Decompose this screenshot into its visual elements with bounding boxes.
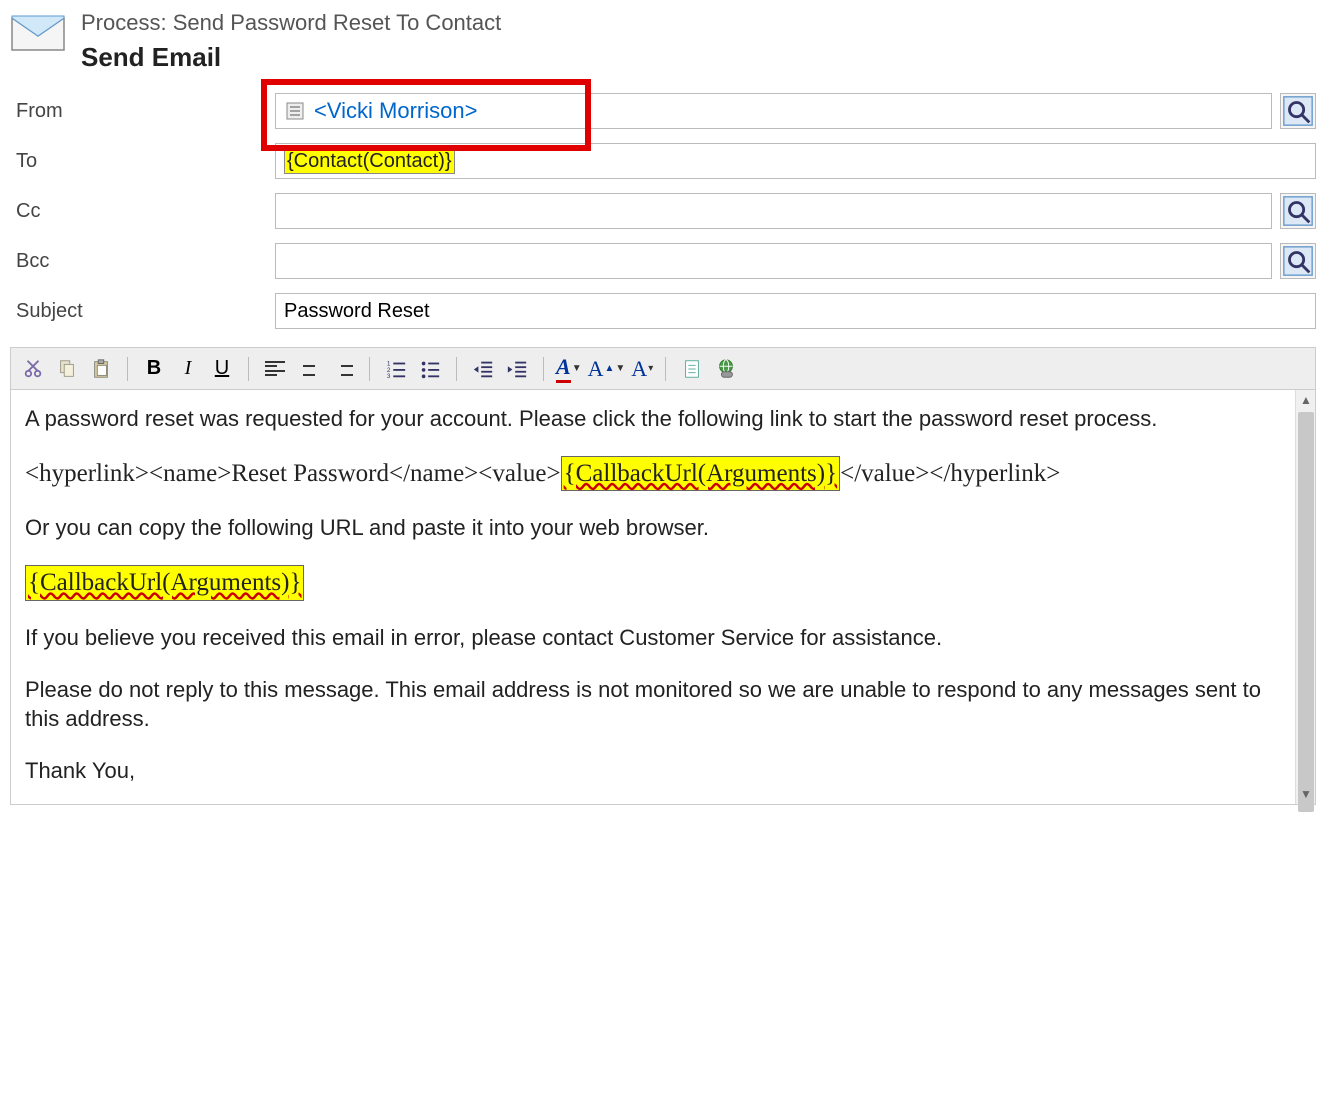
insert-link-icon[interactable] — [712, 355, 740, 383]
from-row: From <Vicki Morrison> — [10, 93, 1316, 129]
body-p7: Thank You, — [25, 756, 1281, 786]
header: Process: Send Password Reset To Contact … — [10, 10, 1316, 73]
caret-icon: ▼ — [572, 363, 582, 374]
caret-icon: ▼ — [615, 363, 625, 374]
align-left-icon[interactable] — [261, 355, 289, 383]
callback-chip[interactable]: {CallbackUrl(Arguments)} — [561, 456, 840, 492]
body-p1: A password reset was requested for your … — [25, 404, 1281, 434]
to-input[interactable]: {Contact(Contact)} — [275, 143, 1316, 179]
cc-lookup-button[interactable] — [1280, 193, 1316, 229]
insert-file-icon[interactable] — [678, 355, 706, 383]
editor-toolbar: B I U 123 A▼ A▲▼ A▾ — [10, 347, 1316, 389]
font-menu-button[interactable]: A▾ — [631, 356, 653, 382]
svg-text:3: 3 — [387, 373, 391, 380]
outdent-icon[interactable] — [469, 355, 497, 383]
subject-row: Subject — [10, 293, 1316, 329]
align-right-icon[interactable] — [329, 355, 357, 383]
from-value: <Vicki Morrison> — [314, 98, 477, 124]
caret-icon: ▾ — [648, 363, 653, 374]
from-lookup-button[interactable] — [1280, 93, 1316, 129]
cc-label: Cc — [10, 200, 275, 223]
from-input[interactable]: <Vicki Morrison> — [275, 93, 1272, 129]
callback-chip-2[interactable]: {CallbackUrl(Arguments)} — [25, 565, 304, 601]
bcc-lookup-button[interactable] — [1280, 243, 1316, 279]
process-label: Process: Send Password Reset To Contact — [81, 10, 1316, 36]
font-size-up-button[interactable]: A▲▼ — [588, 356, 626, 382]
subject-input[interactable] — [284, 300, 1307, 323]
font-color-button[interactable]: A▼ — [556, 354, 582, 383]
body-p6: Please do not reply to this message. Thi… — [25, 675, 1281, 734]
copy-icon[interactable] — [53, 355, 81, 383]
unordered-list-icon[interactable] — [416, 355, 444, 383]
scroll-thumb[interactable] — [1298, 412, 1314, 812]
body-p3: Or you can copy the following URL and pa… — [25, 513, 1281, 543]
to-label: To — [10, 150, 275, 173]
body-p5: If you believe you received this email i… — [25, 623, 1281, 653]
envelope-icon — [10, 10, 66, 54]
to-chip[interactable]: {Contact(Contact)} — [284, 149, 455, 174]
ordered-list-icon[interactable]: 123 — [382, 355, 410, 383]
align-center-icon[interactable] — [295, 355, 323, 383]
subject-input-wrap — [275, 293, 1316, 329]
bold-button[interactable]: B — [140, 355, 168, 383]
scroll-down-icon[interactable]: ▼ — [1296, 784, 1316, 804]
indent-icon[interactable] — [503, 355, 531, 383]
page-title: Send Email — [81, 42, 1316, 73]
cc-input[interactable] — [275, 193, 1272, 229]
record-icon — [284, 100, 306, 122]
bcc-row: Bcc — [10, 243, 1316, 279]
bcc-label: Bcc — [10, 250, 275, 273]
underline-button[interactable]: U — [208, 355, 236, 383]
paste-icon[interactable] — [87, 355, 115, 383]
editor-area: A password reset was requested for your … — [10, 389, 1316, 805]
bcc-input[interactable] — [275, 243, 1272, 279]
email-body-editor[interactable]: A password reset was requested for your … — [11, 390, 1295, 804]
body-callback-line: {CallbackUrl(Arguments)} — [25, 565, 1281, 601]
vertical-scrollbar[interactable]: ▲ ▼ — [1295, 390, 1315, 804]
body-hyperlink-line: <hyperlink><name>Reset Password</name><v… — [25, 456, 1281, 492]
scroll-up-icon[interactable]: ▲ — [1296, 390, 1316, 410]
to-row: To {Contact(Contact)} — [10, 143, 1316, 179]
cut-icon[interactable] — [19, 355, 47, 383]
cc-row: Cc — [10, 193, 1316, 229]
from-label: From — [10, 100, 275, 123]
subject-label: Subject — [10, 300, 275, 323]
italic-button[interactable]: I — [174, 355, 202, 383]
